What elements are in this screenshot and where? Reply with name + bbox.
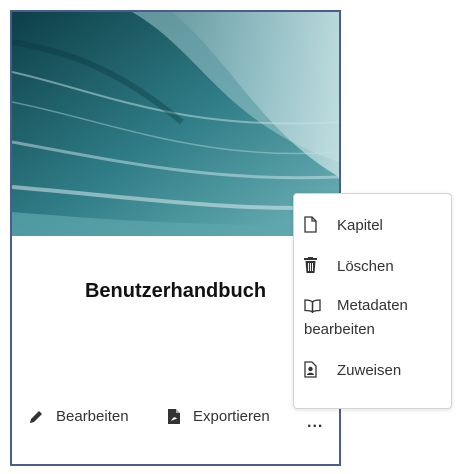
export-button[interactable]: Exportieren (167, 408, 270, 425)
pencil-icon (28, 409, 44, 425)
book-icon (304, 297, 321, 321)
menu-item-loeschen[interactable]: Löschen (304, 257, 394, 277)
pdf-file-icon (167, 408, 181, 425)
edit-button[interactable]: Bearbeiten (28, 408, 129, 425)
document-icon (304, 216, 317, 237)
cover-artwork (12, 12, 339, 236)
cover-image[interactable] (12, 12, 339, 236)
card-actions: Bearbeiten Exportieren ... (12, 408, 339, 434)
menu-item-label: Löschen (337, 258, 394, 275)
more-options-button[interactable]: ... (307, 414, 323, 432)
book-title: Benutzerhandbuch (84, 280, 267, 302)
menu-item-label-line2: bearbeiten (304, 321, 375, 338)
assign-icon (304, 361, 317, 382)
export-label: Exportieren (193, 408, 270, 425)
context-menu: Kapitel Löschen Metadaten bearbeiten Zuw… (293, 193, 452, 409)
menu-item-zuweisen[interactable]: Zuweisen (304, 361, 401, 381)
edit-label: Bearbeiten (56, 408, 129, 425)
menu-item-metadaten-bearbeiten[interactable]: Metadaten bearbeiten (304, 294, 408, 342)
book-card: Benutzerhandbuch Bearbeiten Exportieren (10, 10, 341, 466)
menu-item-label: Zuweisen (337, 362, 402, 379)
menu-item-kapitel[interactable]: Kapitel (304, 216, 383, 236)
trash-icon (304, 257, 317, 278)
